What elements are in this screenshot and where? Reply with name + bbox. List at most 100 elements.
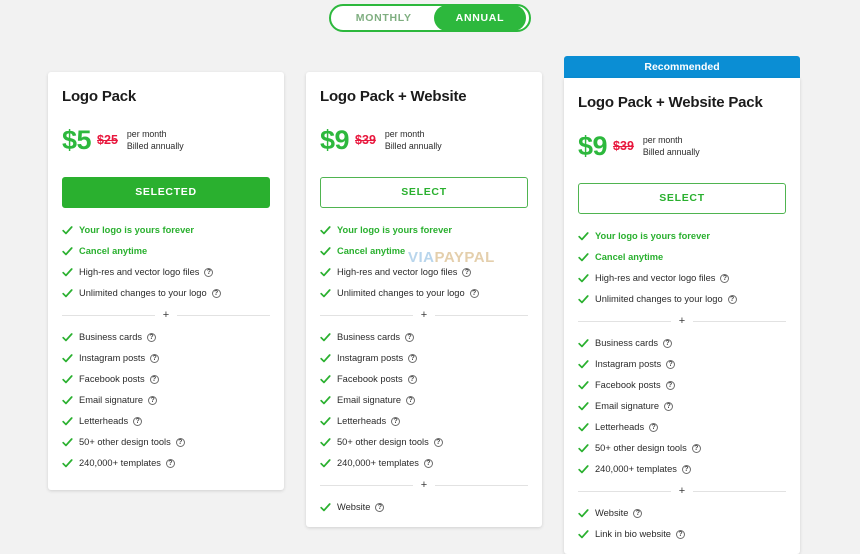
- check-icon: [320, 437, 331, 448]
- feature-label: Email signature: [595, 401, 660, 411]
- feature-label: Unlimited changes to your logo: [337, 288, 465, 298]
- price-note: per month Billed annually: [643, 133, 700, 158]
- check-icon: [578, 464, 589, 475]
- check-icon: [320, 502, 331, 513]
- help-circle-icon[interactable]: ?: [665, 380, 675, 390]
- plus-divider: +: [578, 485, 786, 497]
- check-icon: [62, 416, 73, 427]
- feature-item: 240,000+ templates?: [62, 457, 270, 469]
- plan-card-body: Logo Pack $5 $25 per month Billed annually SE…: [48, 72, 284, 490]
- help-circle-icon[interactable]: ?: [727, 294, 737, 304]
- check-icon: [578, 380, 589, 391]
- check-icon: [62, 395, 73, 406]
- help-circle-icon[interactable]: ?: [469, 288, 479, 298]
- feature-item: Instagram posts?: [320, 352, 528, 364]
- price-original-strikethrough: $39: [613, 139, 634, 153]
- feature-label: Business cards: [337, 332, 401, 342]
- price-current: $5: [62, 125, 92, 155]
- help-circle-icon[interactable]: ?: [407, 374, 417, 384]
- help-circle-icon[interactable]: ?: [148, 395, 158, 405]
- divider-line-left: [62, 314, 155, 316]
- pricing-card-3: Recommended Logo Pack + Website Pack $9 $39…: [564, 56, 800, 554]
- help-circle-icon[interactable]: ?: [175, 437, 185, 447]
- plus-sign: +: [420, 479, 428, 491]
- billing-toggle-option-monthly[interactable]: MONTHLY: [334, 5, 434, 31]
- feature-item: Unlimited changes to your logo?: [62, 287, 270, 299]
- plus-divider: +: [578, 315, 786, 327]
- feature-group-website: Website? Link in bio website?: [578, 507, 786, 540]
- price-original-strikethrough: $25: [97, 133, 118, 147]
- check-icon: [62, 288, 73, 299]
- help-circle-icon[interactable]: ?: [666, 359, 676, 369]
- check-icon: [578, 231, 589, 242]
- check-icon: [320, 395, 331, 406]
- feature-label: High-res and vector logo files: [337, 267, 458, 277]
- help-circle-icon[interactable]: ?: [391, 416, 401, 426]
- check-icon: [320, 267, 331, 278]
- plus-divider: +: [62, 310, 270, 321]
- feature-label: 240,000+ templates: [79, 458, 161, 468]
- feature-item: Website?: [578, 507, 786, 519]
- check-icon: [62, 246, 73, 257]
- plan-select-button[interactable]: SELECT: [320, 177, 528, 208]
- feature-item: Letterheads?: [320, 415, 528, 427]
- check-icon: [320, 416, 331, 427]
- help-circle-icon[interactable]: ?: [405, 332, 415, 342]
- help-circle-icon[interactable]: ?: [681, 464, 691, 474]
- check-icon: [320, 332, 331, 343]
- billing-period-toggle[interactable]: MONTHLY ANNUAL: [328, 4, 532, 32]
- divider-line-left: [578, 320, 671, 322]
- feature-label: Instagram posts: [595, 359, 662, 369]
- feature-label: 240,000+ templates: [337, 458, 419, 468]
- check-icon: [578, 422, 589, 433]
- help-circle-icon[interactable]: ?: [165, 458, 175, 468]
- feature-label: Business cards: [79, 332, 143, 342]
- plan-select-button[interactable]: SELECT: [578, 183, 786, 214]
- help-circle-icon[interactable]: ?: [204, 267, 214, 277]
- help-circle-icon[interactable]: ?: [150, 353, 160, 363]
- check-icon: [578, 273, 589, 284]
- help-circle-icon[interactable]: ?: [375, 502, 385, 512]
- feature-item: Instagram posts?: [578, 358, 786, 370]
- plus-sign: +: [678, 485, 686, 497]
- help-circle-icon[interactable]: ?: [691, 443, 701, 453]
- check-icon: [578, 529, 589, 540]
- feature-item: Your logo is yours forever: [578, 230, 786, 242]
- price-current: $9: [320, 125, 350, 155]
- price-note: per month Billed annually: [385, 127, 442, 152]
- help-circle-icon[interactable]: ?: [133, 416, 143, 426]
- plan-selected-button[interactable]: SELECTED: [62, 177, 270, 208]
- feature-label: High-res and vector logo files: [595, 273, 716, 283]
- help-circle-icon[interactable]: ?: [675, 529, 685, 539]
- feature-item: Email signature?: [320, 394, 528, 406]
- check-icon: [62, 458, 73, 469]
- feature-label: 50+ other design tools: [79, 437, 171, 447]
- help-circle-icon[interactable]: ?: [462, 267, 472, 277]
- check-icon: [62, 437, 73, 448]
- help-circle-icon[interactable]: ?: [649, 422, 659, 432]
- check-icon: [578, 338, 589, 349]
- plus-divider: +: [320, 310, 528, 321]
- help-circle-icon[interactable]: ?: [423, 458, 433, 468]
- feature-label: Business cards: [595, 338, 659, 348]
- help-circle-icon[interactable]: ?: [633, 508, 643, 518]
- help-circle-icon[interactable]: ?: [720, 273, 730, 283]
- help-circle-icon[interactable]: ?: [147, 332, 157, 342]
- feature-label: Email signature: [337, 395, 402, 405]
- feature-group-design-tools: Business cards? Instagram posts? Facebook …: [62, 331, 270, 469]
- feature-group-core: Your logo is yours forever Cancel anytime…: [320, 224, 528, 299]
- help-circle-icon[interactable]: ?: [664, 401, 674, 411]
- help-circle-icon[interactable]: ?: [149, 374, 159, 384]
- price-current: $9: [578, 131, 608, 161]
- billing-toggle-option-annual[interactable]: ANNUAL: [433, 5, 527, 31]
- help-circle-icon[interactable]: ?: [433, 437, 443, 447]
- feature-item: Website?: [320, 501, 528, 513]
- feature-item: 240,000+ templates?: [320, 457, 528, 469]
- help-circle-icon[interactable]: ?: [211, 288, 221, 298]
- feature-label: Your logo is yours forever: [595, 231, 711, 241]
- plus-sign: +: [678, 315, 686, 327]
- help-circle-icon[interactable]: ?: [663, 338, 673, 348]
- help-circle-icon[interactable]: ?: [406, 395, 416, 405]
- help-circle-icon[interactable]: ?: [408, 353, 418, 363]
- plan-title: Logo Pack + Website Pack: [578, 94, 763, 111]
